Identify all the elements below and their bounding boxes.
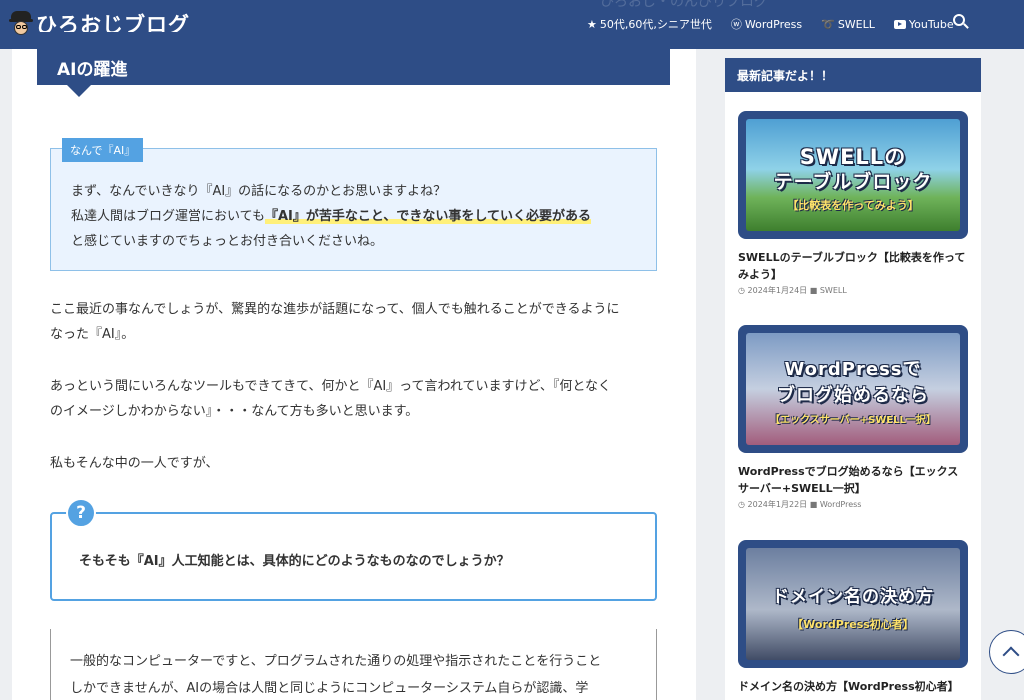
clock-icon: ◷ bbox=[738, 500, 745, 509]
section-heading: AIの躍進 bbox=[37, 32, 670, 85]
thumbnail-title: ブログ始めるなら bbox=[777, 385, 929, 406]
paragraph-line: のイメージしかわからない』・・・なんて方も多いと思います。 bbox=[50, 404, 419, 419]
post-title[interactable]: ドメイン名の決め方【WordPress初心者】 bbox=[738, 678, 966, 695]
wordpress-icon: ⓦ bbox=[730, 18, 742, 31]
thumbnail-subtitle: 【比較表を作ってみよう】 bbox=[787, 199, 919, 212]
thumbnail-subtitle: 【エックスサーバー+SWELL一択】 bbox=[770, 415, 936, 426]
thumbnail-title: テーブルブロック bbox=[773, 171, 933, 193]
post-thumbnail[interactable]: WordPressで ブログ始めるなら 【エックスサーバー+SWELL一択】 bbox=[738, 325, 968, 453]
caption-line: と感じていますのでちょっとお付き合いくださいね。 bbox=[71, 234, 384, 249]
thumbnail-title: WordPressで bbox=[784, 359, 922, 380]
nav-item-label: SWELL bbox=[837, 17, 875, 31]
nav-item-label: WordPress bbox=[744, 17, 803, 31]
question-box: ? そもそも『AI』人工知能とは、具体的にどのようなものなのでしょうか？ bbox=[50, 498, 657, 601]
post-card[interactable]: WordPressで ブログ始めるなら 【エックスサーバー+SWELL一択】 W… bbox=[738, 325, 968, 510]
header-ghost-text: ひろおじ・のんびりブログ bbox=[600, 0, 768, 10]
paragraph-line: あっという間にいろんなツールもできてきて、何かと『AI』って言われていますけど、… bbox=[50, 379, 611, 394]
sidebar-widget-title: 最新記事だよ！！ bbox=[725, 58, 981, 92]
article-content: AIの躍進 なんで『AI』 まず、なんでいきなり『AI』の話になるのかとお思いま… bbox=[12, 32, 696, 700]
back-to-top-button[interactable] bbox=[989, 630, 1024, 674]
post-category[interactable]: WordPress bbox=[820, 500, 862, 509]
clock-icon: ◷ bbox=[738, 286, 745, 295]
nav-item-senior[interactable]: ★ 50代,60代,シニア世代 bbox=[587, 16, 712, 32]
nav-item-label: YouTube bbox=[908, 17, 954, 31]
folder-icon: ■ bbox=[809, 286, 818, 295]
post-date: 2024年1月22日 bbox=[747, 500, 808, 509]
question-icon: ? bbox=[66, 498, 96, 528]
paragraph-line: ここ最近の事なんでしょうが、驚異的な進歩が話題になって、個人でも触れることができ… bbox=[50, 302, 620, 317]
caption-box-label: なんで『AI』 bbox=[62, 138, 144, 162]
search-icon[interactable] bbox=[953, 14, 969, 30]
caption-box: なんで『AI』 まず、なんでいきなり『AI』の話になるのかとお思いますよね？ 私… bbox=[50, 138, 657, 271]
star-icon: ★ bbox=[587, 17, 597, 31]
paragraph: あっという間にいろんなツールもできてきて、何かと『AI』って言われていますけど、… bbox=[50, 374, 611, 424]
folder-icon: ■ bbox=[809, 500, 818, 509]
bracket-box: 一般的なコンピューターですと、プログラムされた通りの処理や指示されたことを行うこ… bbox=[50, 629, 657, 700]
bracket-box-body: 一般的なコンピューターですと、プログラムされた通りの処理や指示されたことを行うこ… bbox=[70, 648, 601, 700]
post-title[interactable]: SWELLのテーブルブロック【比較表を作ってみよう】 bbox=[738, 249, 966, 283]
thumbnail-subtitle: 【WordPress初心者】 bbox=[792, 618, 914, 631]
post-thumbnail[interactable]: SWELLの テーブルブロック 【比較表を作ってみよう】 bbox=[738, 111, 968, 239]
thumbnail-title: ドメイン名の決め方 bbox=[772, 587, 934, 607]
logo-avatar-icon bbox=[9, 11, 33, 37]
caption-line: まず、なんでいきなり『AI』の話になるのかとお思いますよね？ bbox=[71, 184, 447, 199]
swell-icon: ➰ bbox=[821, 17, 835, 31]
global-nav: ★ 50代,60代,シニア世代 ⓦ WordPress ➰ SWELL YouT… bbox=[587, 16, 973, 32]
nav-item-youtube[interactable]: YouTube bbox=[893, 17, 954, 31]
post-category[interactable]: SWELL bbox=[820, 286, 847, 295]
paragraph-line: しかできませんが、AIの場合は人間と同じようにコンピューターシステム自らが認識、… bbox=[70, 681, 589, 696]
caption-line-text: 私達人間はブログ運営においても bbox=[71, 209, 265, 224]
heading-pointer bbox=[67, 85, 91, 97]
post-date: 2024年1月24日 bbox=[747, 286, 808, 295]
highlight-marker: 『AI』が苦手なこと、できない事をしていく必要がある bbox=[264, 209, 591, 224]
post-title[interactable]: WordPressでブログ始めるなら【エックスサーバー+SWELL一択】 bbox=[738, 463, 966, 497]
post-meta: ◷ 2024年1月22日 ■ WordPress bbox=[738, 499, 968, 510]
post-card[interactable]: ドメイン名の決め方 【WordPress初心者】 ドメイン名の決め方【WordP… bbox=[738, 540, 968, 695]
paragraph-line: なった『AI』。 bbox=[50, 327, 135, 342]
paragraph: 私もそんな中の一人ですが、 bbox=[50, 451, 218, 476]
paragraph-line: 一般的なコンピューターですと、プログラムされた通りの処理や指示されたことを行うこ… bbox=[70, 654, 602, 669]
paragraph: ここ最近の事なんでしょうが、驚異的な進歩が話題になって、個人でも触れることができ… bbox=[50, 297, 620, 347]
nav-item-wordpress[interactable]: ⓦ WordPress bbox=[731, 16, 802, 32]
post-card[interactable]: SWELLの テーブルブロック 【比較表を作ってみよう】 SWELLのテーブルブ… bbox=[738, 111, 968, 296]
post-meta: ◷ 2024年1月24日 ■ SWELL bbox=[738, 285, 968, 296]
caption-line: 私達人間はブログ運営においても『AI』が苦手なこと、できない事をしていく必要があ… bbox=[71, 204, 591, 229]
question-text: そもそも『AI』人工知能とは、具体的にどのようなものなのでしょうか？ bbox=[79, 554, 510, 569]
paragraph-line: 私もそんな中の一人ですが、 bbox=[50, 456, 219, 471]
nav-item-swell[interactable]: ➰ SWELL bbox=[821, 18, 875, 31]
nav-item-label: 50代,60代,シニア世代 bbox=[599, 18, 712, 31]
chevron-up-icon bbox=[1002, 646, 1020, 664]
youtube-icon bbox=[893, 19, 906, 29]
caption-box-body: まず、なんでいきなり『AI』の話になるのかとお思いますよね？ 私達人間はブログ運… bbox=[71, 179, 591, 254]
post-thumbnail[interactable]: ドメイン名の決め方 【WordPress初心者】 bbox=[738, 540, 968, 668]
